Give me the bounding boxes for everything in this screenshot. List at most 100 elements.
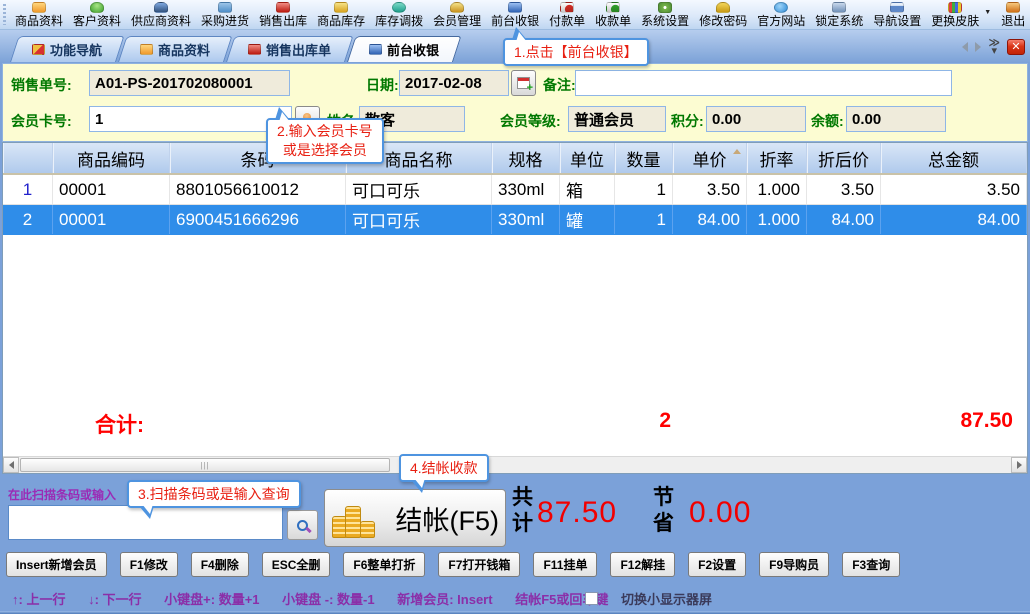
cashier-icon — [369, 44, 382, 55]
scan-barcode-label: 在此扫描条码或输入 — [8, 486, 116, 503]
toolbar-item-label: 采购进货 — [201, 14, 249, 28]
cell-disc-price: 84.00 — [807, 205, 881, 234]
callout-tail — [516, 32, 527, 42]
tab-function-nav[interactable]: 功能导航 — [10, 36, 116, 62]
toolbar-item-label: 付款单 — [549, 14, 585, 28]
add-member-button[interactable]: Insert新增会员 — [6, 552, 107, 577]
toolbar-item-purchase[interactable]: 采购进货 — [196, 0, 254, 28]
calendar-button[interactable] — [511, 70, 536, 96]
col-header-amount[interactable]: 总金额 — [881, 143, 1027, 173]
tab-scroll-left-icon[interactable] — [962, 42, 968, 52]
cell-price: 84.00 — [673, 205, 747, 234]
truck-icon — [218, 2, 232, 13]
pos-app-window: 商品资料 客户资料 供应商资料 采购进货 销售出库 商品库存 库存调拨 会员管理… — [0, 0, 1030, 614]
tab-list-icon[interactable]: ≫▾ — [988, 39, 1000, 55]
toolbar-item-members[interactable]: 会员管理 — [428, 0, 486, 28]
tab-goods-info[interactable]: 商品资料 — [118, 36, 224, 62]
cell-spec: 330ml — [492, 175, 560, 204]
grand-total-label: 共计 — [511, 485, 534, 537]
cell-barcode: 8801056610012 — [170, 175, 346, 204]
col-header-unit[interactable]: 单位 — [560, 143, 615, 173]
col-header-code[interactable]: 商品编码 — [53, 143, 170, 173]
hold-order-button[interactable]: F11挂单 — [533, 552, 597, 577]
toolbar-item-label: 系统设置 — [641, 14, 689, 28]
table-row[interactable]: 1 00001 8801056610012 可口可乐 330ml 箱 1 3.5… — [3, 175, 1027, 205]
toolbar-item-system-settings[interactable]: 系统设置 — [636, 0, 694, 28]
col-header-rownum — [3, 143, 53, 173]
cell-code: 00001 — [53, 205, 170, 234]
open-cash-drawer-button[interactable]: F7打开钱箱 — [438, 552, 520, 577]
total-amount: 87.50 — [960, 409, 1013, 433]
modify-button[interactable]: F1修改 — [120, 552, 178, 577]
toolbar-item-change-skin[interactable]: 更换皮肤 — [926, 0, 984, 28]
table-row-selected[interactable]: 2 00001 6900451666296 可口可乐 330ml 罐 1 84.… — [3, 205, 1027, 235]
toolbar-item-suppliers[interactable]: 供应商资料 — [126, 0, 196, 28]
toolbar-item-label: 退出 — [1001, 14, 1025, 28]
tab-pos-cashier[interactable]: 前台收银 — [347, 36, 453, 62]
skin-dropdown-arrow-icon[interactable]: ▼ — [984, 9, 991, 16]
goods-icon — [32, 2, 46, 13]
toolbar-item-exit[interactable]: 退出 — [996, 0, 1030, 28]
toolbar-item-label: 销售出库 — [259, 14, 307, 28]
savings-label: 节省 — [652, 485, 675, 537]
discount-whole-order-button[interactable]: F6整单打折 — [343, 552, 425, 577]
function-key-bar: Insert新增会员 F1修改 F4删除 ESC全删 F6整单打折 F7打开钱箱… — [6, 552, 900, 577]
resume-order-button[interactable]: F12解挂 — [610, 552, 675, 577]
order-header-panel: 销售单号: A01-PS-201702080001 日期: 2017-02-08… — [2, 63, 1028, 142]
col-header-spec[interactable]: 规格 — [492, 143, 560, 173]
toolbar-item-goods[interactable]: 商品资料 — [10, 0, 68, 28]
cell-name: 可口可乐 — [346, 175, 492, 204]
col-header-disc-price[interactable]: 折后价 — [807, 143, 881, 173]
toolbar-item-inventory[interactable]: 商品库存 — [312, 0, 370, 28]
col-header-qty[interactable]: 数量 — [615, 143, 673, 173]
sort-asc-icon — [733, 149, 741, 154]
goods-icon — [140, 44, 153, 55]
scroll-right-button[interactable] — [1011, 457, 1027, 473]
note-input[interactable] — [575, 70, 952, 96]
clear-all-button[interactable]: ESC全删 — [262, 552, 331, 577]
horizontal-scrollbar[interactable]: ||| — [3, 456, 1027, 473]
toolbar-item-lock-system[interactable]: 锁定系统 — [810, 0, 868, 28]
member-card-input[interactable] — [89, 106, 292, 132]
col-header-price[interactable]: 单价 — [673, 143, 747, 173]
col-header-rate[interactable]: 折率 — [747, 143, 807, 173]
toolbar-item-official-website[interactable]: 官方网站 — [752, 0, 810, 28]
customer-icon — [90, 2, 104, 13]
toolbar-item-label: 库存调拨 — [375, 14, 423, 28]
cell-unit: 箱 — [560, 175, 615, 204]
map-icon — [32, 44, 45, 55]
toolbar-item-change-password[interactable]: 修改密码 — [694, 0, 752, 28]
scrollbar-thumb[interactable]: ||| — [20, 458, 390, 472]
query-button[interactable]: F3查询 — [842, 552, 900, 577]
tab-label: 商品资料 — [158, 40, 210, 59]
toggle-display-group: 切换小显示器屏 — [585, 589, 731, 608]
toggle-small-display-checkbox[interactable] — [585, 592, 598, 605]
member-level-label: 会员等级: — [500, 111, 561, 131]
checkout-button[interactable]: 结帐(F5) — [324, 489, 506, 547]
toolbar-item-label: 商品资料 — [15, 14, 63, 28]
tab-sales-order[interactable]: 销售出库单 — [226, 36, 345, 62]
scroll-left-button[interactable] — [3, 457, 19, 473]
cell-code: 00001 — [53, 175, 170, 204]
sales-guide-button[interactable]: F9导购员 — [759, 552, 829, 577]
toolbar-item-stock-transfer[interactable]: 库存调拨 — [370, 0, 428, 28]
delete-button[interactable]: F4删除 — [191, 552, 249, 577]
cell-rate: 1.000 — [747, 175, 807, 204]
close-tab-button[interactable]: ✕ — [1007, 39, 1025, 55]
toolbar-item-customers[interactable]: 客户资料 — [68, 0, 126, 28]
toolbar-item-nav-settings[interactable]: 导航设置 — [868, 0, 926, 28]
savings-value: 0.00 — [689, 496, 751, 530]
search-button[interactable] — [287, 510, 318, 540]
date-field[interactable]: 2017-02-08 — [399, 70, 509, 96]
toolbar-item-pos-cashier[interactable]: 前台收银 — [486, 0, 544, 28]
toolbar-item-sales-out[interactable]: 销售出库 — [254, 0, 312, 28]
tutorial-callout-2: 2.输入会员卡号 或是选择会员 — [266, 118, 384, 164]
toolbar-item-receipt-slip[interactable]: 收款单 — [590, 0, 636, 28]
member-level-field: 普通会员 — [568, 106, 666, 132]
tab-scroll-right-icon[interactable] — [975, 42, 981, 52]
cell-barcode: 6900451666296 — [170, 205, 346, 234]
toolbar-item-label: 商品库存 — [317, 14, 365, 28]
supplier-icon — [154, 2, 168, 13]
settings-button[interactable]: F2设置 — [688, 552, 746, 577]
toolbar-item-payment-slip[interactable]: 付款单 — [544, 0, 590, 28]
